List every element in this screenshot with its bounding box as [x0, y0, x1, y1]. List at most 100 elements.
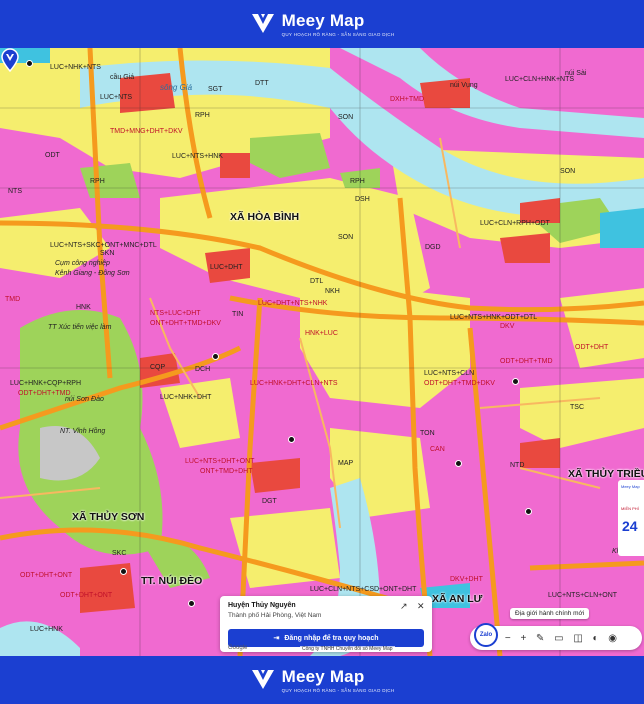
- label-nui-son-dao: núi Sơn Đào: [65, 396, 104, 403]
- layers-icon[interactable]: ▭: [554, 633, 563, 644]
- zone-label: LUC+CLN+NTS+CSD+ONT+DHT: [310, 586, 417, 593]
- zone-label: ODT+DHT+ONT: [20, 572, 73, 579]
- zone-label: LUC+DHT: [210, 264, 243, 271]
- zoom-in-icon[interactable]: +: [520, 633, 526, 644]
- brand-name: Meey Map: [281, 11, 365, 30]
- zone-label: RPH: [90, 178, 105, 185]
- zone-label: CQP: [150, 364, 166, 371]
- zone-label: LUC+NTS+DHT+ONT: [185, 458, 255, 465]
- brand-footer[interactable]: Meey Map QUY HOẠCH RÕ RÀNG - SẴN SÀNG GI…: [250, 667, 395, 693]
- header-bar: Meey Map QUY HOẠCH RÕ RÀNG - SẴN SÀNG GI…: [0, 0, 644, 48]
- label-tt-xuc-tien: TT Xúc tiến việc làm: [48, 324, 112, 331]
- zone-label: DKV+DHT: [450, 576, 483, 583]
- label-cau-gia: cầu Giá: [110, 74, 135, 81]
- compare-icon[interactable]: ◐: [593, 633, 599, 644]
- poi-marker[interactable]: [120, 568, 127, 575]
- label-cum-cong-nghiep: Cụm công nghiệp: [55, 260, 110, 267]
- zone-label: DTL: [310, 278, 324, 285]
- poi-marker[interactable]: [188, 600, 195, 607]
- zone-label: LUC+NTS+HNK+ODT+DTL: [450, 314, 538, 321]
- zone-label: TON: [420, 430, 435, 437]
- login-icon: ⇥: [273, 635, 280, 642]
- zone-label: LUC+NTS+CLN: [424, 370, 475, 377]
- poi-marker[interactable]: [455, 460, 462, 467]
- poi-marker[interactable]: [212, 353, 219, 360]
- zone-label: DGD: [425, 244, 441, 251]
- zone-label: ONT+DHT+TMD+DKV: [150, 320, 221, 327]
- zone-label: DSH: [355, 196, 370, 203]
- zone-label: ODT+DHT+TMD: [500, 358, 553, 365]
- zone-label: LUC+NHK+DHT: [160, 394, 212, 401]
- side-panel-free: MIỄN PHÍ: [621, 506, 639, 511]
- zone-label: SON: [338, 114, 354, 121]
- login-to-lookup-button[interactable]: ⇥ Đăng nhập để tra quy hoạch: [228, 629, 424, 647]
- zoom-out-icon[interactable]: −: [505, 633, 511, 644]
- brand-name: Meey Map: [281, 667, 365, 686]
- location-pin-icon[interactable]: [0, 48, 20, 72]
- zone-label: HNK+LUC: [305, 330, 338, 337]
- zone-label: NTS+LUC+DHT: [150, 310, 201, 317]
- location-subtitle: Thành phố Hải Phòng, Việt Nam: [228, 612, 322, 619]
- poi-marker[interactable]: [525, 508, 532, 515]
- zone-label: LUC+HNK+CQP+RPH: [10, 380, 81, 387]
- footer-bar: Meey Map QUY HOẠCH RÕ RÀNG - SẴN SÀNG GI…: [0, 656, 644, 704]
- poi-marker[interactable]: [512, 378, 519, 385]
- zone-label: LUC+CLN+RPH+ODT: [480, 220, 550, 227]
- zone-label: DGT: [262, 498, 277, 505]
- zone-label: LUC+NTS+CLN+ONT: [548, 592, 618, 599]
- zalo-button[interactable]: Zalo: [474, 623, 498, 647]
- zone-label: RPH: [195, 112, 210, 119]
- map-attribution: Công ty TNHH Chuyển đổi số Meey Map: [300, 646, 395, 652]
- zone-label: MAP: [338, 460, 354, 467]
- poi-marker[interactable]: [26, 60, 33, 67]
- close-icon[interactable]: ✕: [417, 601, 425, 612]
- zone-label: TSC: [570, 404, 584, 411]
- side-panel[interactable]: Meey Map MIỄN PHÍ 24: [618, 480, 644, 556]
- zone-label: ODT+DHT+ONT: [60, 592, 113, 599]
- zone-label: LUC+HNK: [30, 626, 63, 633]
- zone-label: LUC+CLN+HNK+NTS: [505, 76, 575, 83]
- poi-marker[interactable]: [288, 436, 295, 443]
- zone-label: ODT+DHT+TMD+DKV: [424, 380, 495, 387]
- zone-label: SKN: [100, 250, 115, 257]
- place-xa-an-lu: XÃ AN LƯ: [432, 593, 483, 605]
- share-icon[interactable]: ↗: [400, 601, 408, 612]
- zone-label: DTT: [255, 80, 269, 87]
- location-icon[interactable]: ◉: [608, 633, 617, 644]
- zone-label: LUC+NTS+HNK: [172, 153, 223, 160]
- zone-label: LUC+HNK+DHT+CLN+NTS: [250, 380, 338, 387]
- location-info-card: Huyện Thủy Nguyên Thành phố Hải Phòng, V…: [220, 596, 432, 652]
- zone-label: LUC+NHK+NTS: [50, 64, 101, 71]
- zone-label: SON: [338, 234, 354, 241]
- label-nui-vung: núi Vụng: [450, 82, 478, 89]
- zone-label: DXH+TMD: [390, 96, 425, 103]
- place-xa-hoa-binh: XÃ HÒA BÌNH: [230, 211, 300, 223]
- brand-tagline: QUY HOẠCH RÕ RÀNG - SẴN SÀNG GIAO DỊCH: [281, 688, 395, 693]
- google-logo: Google: [228, 645, 248, 651]
- zone-label: NTS: [8, 188, 22, 195]
- label-kenh-giang: Kênh Giang - Đông Sơn: [55, 270, 130, 277]
- zone-label: SKC: [112, 550, 127, 557]
- place-xa-thuy-son: XÃ THỦY SƠN: [72, 511, 145, 523]
- zone-label: DCH: [195, 366, 211, 373]
- zone-label: TMD: [5, 296, 21, 303]
- zone-label: TMD+MNG+DHT+DKV: [110, 128, 183, 135]
- pen-icon[interactable]: ✎: [536, 633, 544, 644]
- zone-label: DKV: [500, 323, 515, 330]
- location-title: Huyện Thủy Nguyên: [228, 602, 296, 609]
- river-song-gia: sông Giá: [160, 83, 193, 92]
- login-button-label: Đăng nhập để tra quy hoạch: [284, 634, 379, 642]
- zone-label: LUC+NTS: [100, 94, 133, 101]
- zone-label: HNK: [76, 304, 91, 311]
- zone-label: ODT+DHT+TMD: [18, 390, 71, 397]
- planning-map[interactable]: XÃ HÒA BÌNH XÃ THỦY SƠN TT. NÚI ĐÈO XÃ A…: [0, 48, 644, 656]
- zone-label: LUC+DHT+NTS+NHK: [258, 300, 328, 307]
- meey-logo-icon: [251, 14, 274, 33]
- zone-label: SGT: [208, 86, 223, 93]
- brand[interactable]: Meey Map QUY HOẠCH RÕ RÀNG - SẴN SÀNG GI…: [250, 11, 395, 37]
- zone-label: NKH: [325, 288, 340, 295]
- place-tt-nui-deo: TT. NÚI ĐÈO: [141, 575, 203, 587]
- side-panel-number: 24: [622, 518, 638, 534]
- split-icon[interactable]: ◫: [573, 633, 582, 644]
- zone-label: ONT+TMD+DHT: [200, 468, 253, 475]
